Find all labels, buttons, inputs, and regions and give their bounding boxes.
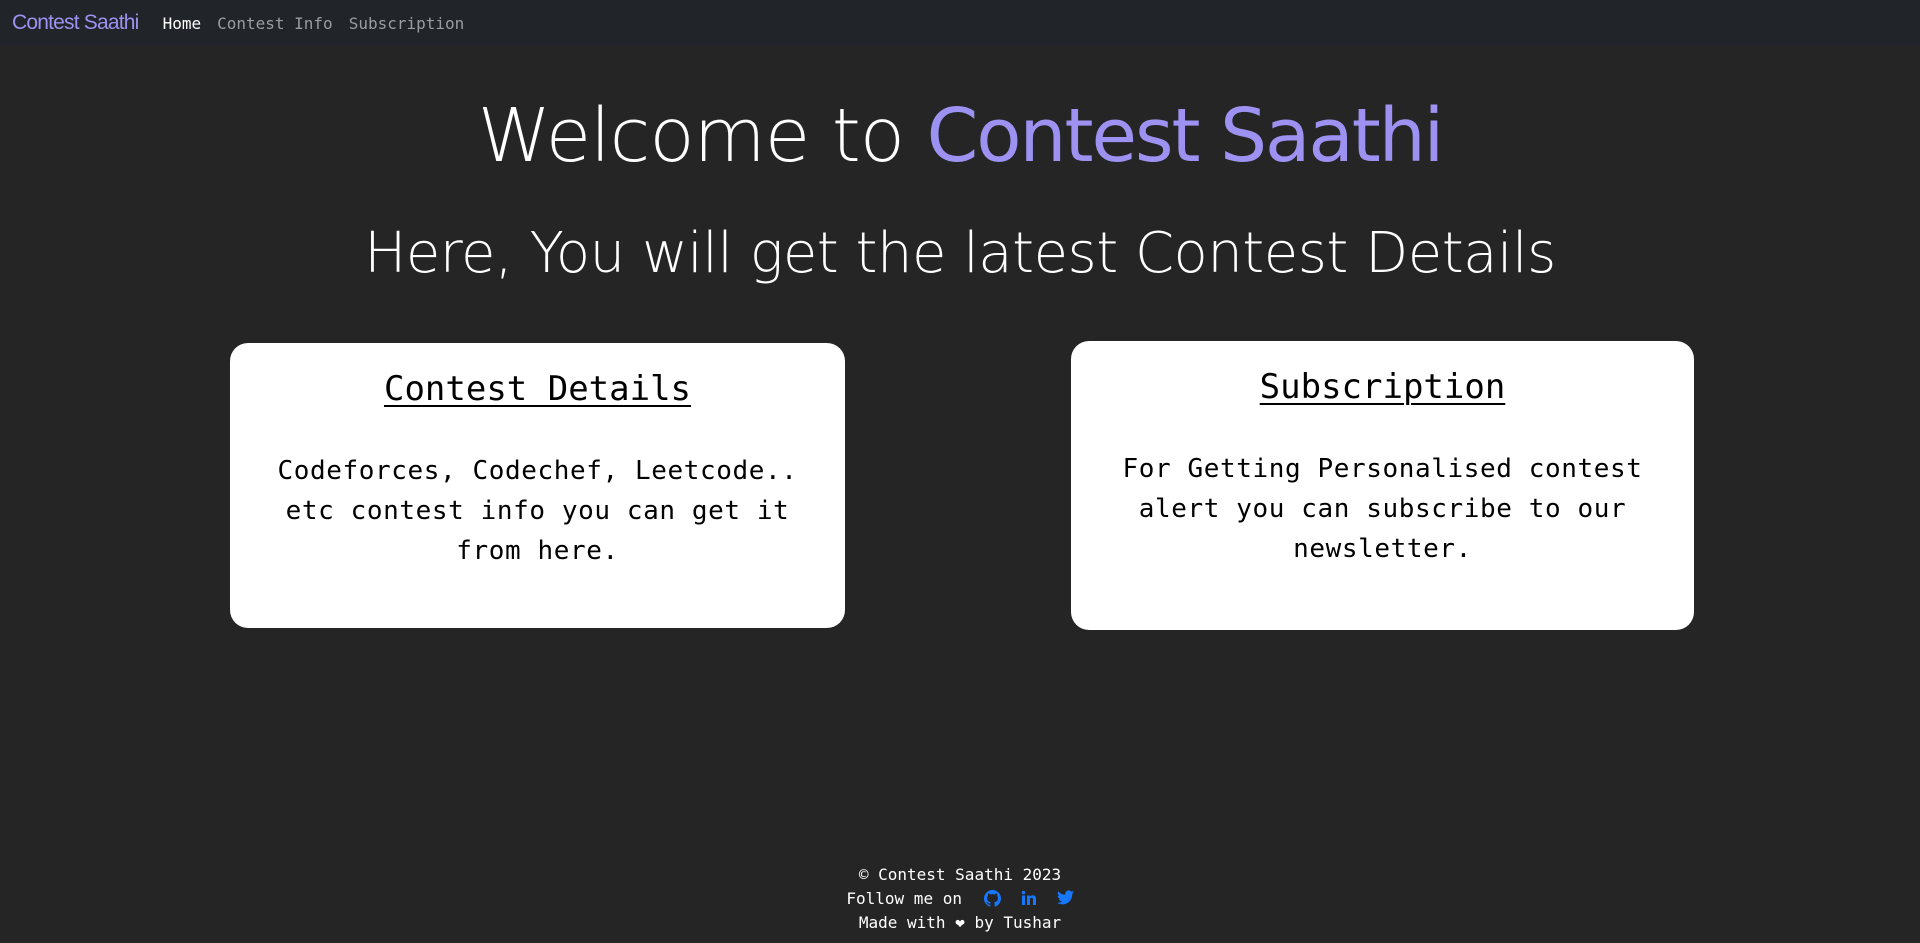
contest-details-card[interactable]: Contest Details Codeforces, Codechef, Le… [230,343,845,628]
footer-copyright: © Contest Saathi 2023 [858,865,1062,884]
hero-title: Welcome to Contest Saathi [0,88,1920,184]
hero-title-prefix: Welcome to [477,93,927,179]
footer-follow-line: Follow me on [0,887,1920,911]
linkedin-icon[interactable] [1021,890,1037,907]
hero-title-accent: Contest Saathi [926,93,1445,179]
nav-link-home[interactable]: Home [163,14,202,33]
github-icon[interactable] [983,890,1001,907]
brand-logo[interactable]: Contest Saathi [12,11,139,35]
footer-made-with: Made with ❤ by Tushar [858,913,1062,932]
twitter-icon[interactable] [1056,890,1074,907]
footer-follow-text: Follow me on [846,889,962,908]
social-links [978,890,1074,907]
nav-link-subscription[interactable]: Subscription [349,14,465,33]
contest-details-card-title[interactable]: Contest Details [230,367,845,411]
nav-link-contest-info[interactable]: Contest Info [217,14,333,33]
nav-links: Home Contest Info Subscription [163,14,465,33]
navbar: Contest Saathi Home Contest Info Subscri… [0,0,1920,46]
contest-details-card-text: Codeforces, Codechef, Leetcode.. etc con… [277,456,798,566]
subscription-card-text: For Getting Personalised contest alert y… [1122,454,1643,564]
hero-subtitle: Here, You will get the latest Contest De… [364,221,1556,286]
footer: © Contest Saathi 2023 Follow me on Made … [0,863,1920,935]
subscription-card[interactable]: Subscription For Getting Personalised co… [1071,341,1694,630]
subscription-card-title[interactable]: Subscription [1071,365,1694,409]
